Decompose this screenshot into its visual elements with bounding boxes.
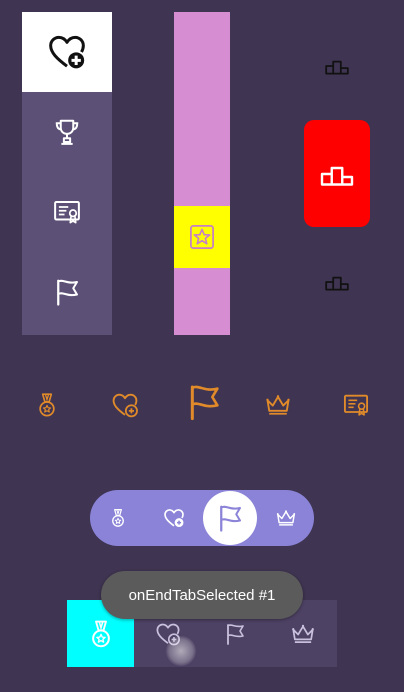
heart-plus-icon <box>47 32 87 72</box>
tab-certificate[interactable] <box>334 383 378 427</box>
medal-icon <box>108 508 128 528</box>
touch-ripple <box>166 636 196 666</box>
tab-star-badge[interactable] <box>174 206 230 268</box>
tab-heart-plus[interactable] <box>103 383 147 427</box>
tab-trophy[interactable] <box>22 92 112 172</box>
certificate-icon <box>342 391 370 419</box>
podium-icon <box>324 53 350 79</box>
flag-icon <box>215 503 245 533</box>
certificate-icon <box>52 197 82 227</box>
vertical-tab-bar-2 <box>174 12 230 335</box>
tab-medal[interactable] <box>90 490 146 546</box>
vertical-tab-bar-1 <box>22 12 112 335</box>
heart-plus-icon <box>111 391 139 419</box>
tab-crown[interactable] <box>258 490 314 546</box>
tab-medal[interactable] <box>25 383 69 427</box>
tab-flag[interactable] <box>180 378 228 426</box>
tab-podium-2[interactable] <box>304 120 370 227</box>
star-badge-icon <box>188 223 216 251</box>
heart-plus-icon <box>163 507 185 529</box>
medal-icon <box>86 619 116 649</box>
tab-podium-1[interactable] <box>304 44 370 88</box>
trophy-icon <box>52 117 82 147</box>
vertical-tab-bar-3 <box>304 12 370 335</box>
tab-heart-plus[interactable] <box>146 490 202 546</box>
podium-icon <box>324 269 350 295</box>
tab-heart-plus[interactable] <box>22 12 112 92</box>
tab-podium-3[interactable] <box>304 260 370 304</box>
medal-icon <box>34 392 60 418</box>
crown-icon <box>290 621 316 647</box>
flag-icon <box>184 382 224 422</box>
pill-tab-bar <box>90 490 314 546</box>
flag-icon <box>52 277 82 307</box>
crown-icon <box>264 391 292 419</box>
tab-certificate[interactable] <box>22 172 112 252</box>
toast: onEndTabSelected #1 <box>101 571 303 619</box>
flag-icon <box>223 622 247 646</box>
toast-message: onEndTabSelected #1 <box>128 586 276 604</box>
tab-crown[interactable] <box>256 383 300 427</box>
crown-icon <box>275 507 297 529</box>
tab-flag[interactable] <box>22 252 112 332</box>
podium-icon <box>319 156 355 192</box>
tab-flag[interactable] <box>202 490 258 546</box>
